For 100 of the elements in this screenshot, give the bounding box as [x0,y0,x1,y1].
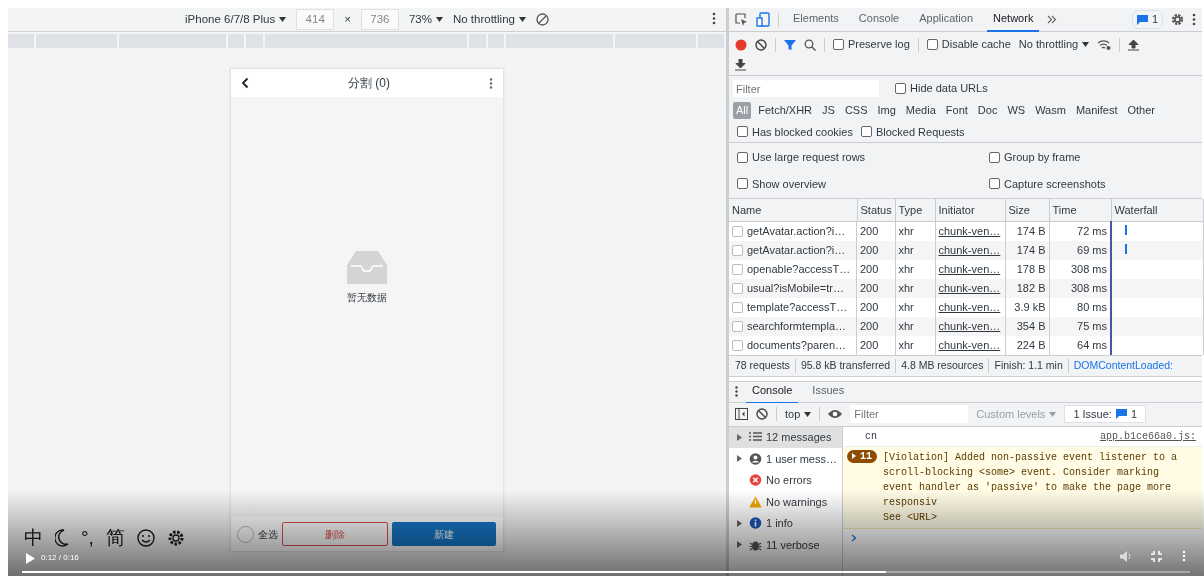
request-name[interactable]: getAvatar.action?i… [747,222,846,240]
settings-icon[interactable] [166,528,185,547]
console-sidebar-item[interactable]: No errors [729,469,842,491]
column-header[interactable]: Waterfall [1111,199,1203,221]
checkbox[interactable] [833,39,844,50]
checkbox[interactable] [860,126,872,138]
issues-counter[interactable]: 1 [1131,10,1163,29]
source-link[interactable]: app.b1ce66a0.js: [1100,428,1196,444]
device-dropdown[interactable]: iPhone 6/7/8 Plus [185,10,287,29]
eye-icon[interactable] [828,409,843,419]
column-header[interactable]: Status [857,199,895,221]
prompt-icon[interactable] [851,533,857,542]
initiator-link[interactable]: chunk-ven… [938,224,1001,237]
clear-icon[interactable] [756,408,768,420]
resource-type-filter[interactable]: CSS [841,102,871,119]
request-name[interactable]: openable?accessT… [747,260,851,278]
column-header[interactable]: Name [729,199,857,221]
repeat-count-badge[interactable]: 11 [847,449,877,463]
caret-icon[interactable] [518,17,526,22]
expand-arrow-icon[interactable] [737,519,742,527]
resource-type-filter[interactable]: Img [874,102,899,119]
settings-icon[interactable] [1171,13,1184,26]
throttling-dropdown[interactable]: No throttling [452,10,526,29]
expand-arrow-icon[interactable] [737,541,742,549]
blocked-filter-label[interactable]: Has blocked cookies [752,123,853,140]
resource-type-filter[interactable]: Font [942,102,971,119]
sidebar-toggle-icon[interactable] [735,408,748,420]
play-icon[interactable] [26,552,35,564]
zoom-dropdown[interactable]: 73% [408,10,443,29]
resource-type-filter[interactable]: WS [1004,102,1029,119]
filter-icon[interactable] [784,38,796,51]
resource-type-filter[interactable]: Media [902,102,939,119]
column-header[interactable]: Initiator [935,199,1005,221]
disable-cache-checkbox-label[interactable]: Disable cache [941,36,1011,53]
console-sidebar-item[interactable]: No warnings [729,491,842,513]
moon-icon[interactable] [55,528,69,547]
expand-arrow-icon[interactable] [737,433,742,441]
network-conditions-icon[interactable] [1097,39,1112,50]
smiley-icon[interactable] [136,528,155,547]
issues-button[interactable]: 1 Issue: 1 [1064,404,1147,424]
search-icon[interactable] [804,38,816,51]
inspect-icon[interactable] [735,13,748,26]
blocked-filter-label[interactable]: Blocked Requests [875,123,965,140]
caret-icon[interactable] [1082,42,1090,47]
clear-icon[interactable] [755,38,767,51]
option-label[interactable]: Capture screenshots [1004,175,1106,192]
create-button[interactable]: 新建 [392,522,496,546]
checkbox[interactable] [737,151,748,163]
record-icon[interactable] [735,38,747,51]
caret-icon[interactable] [279,17,287,22]
rotate-icon[interactable] [535,13,549,26]
column-header[interactable]: Time [1049,199,1111,221]
caret-icon[interactable] [435,17,443,22]
drawer-tab[interactable]: Issues [806,379,851,404]
checkbox[interactable] [989,178,1000,190]
checkbox[interactable] [989,151,1000,163]
more-tabs-icon[interactable] [1047,15,1058,24]
option-label[interactable]: Use large request rows [752,149,866,166]
resource-type-filter[interactable]: Wasm [1032,102,1069,119]
checkbox[interactable] [926,39,938,50]
option-label[interactable]: Show overview [752,175,826,192]
filter-field[interactable]: Filter [733,80,879,97]
height-field[interactable]: 736 [360,8,399,31]
upload-icon[interactable] [1128,38,1140,51]
select-all-label[interactable]: 全选 [258,526,278,542]
console-sidebar-item[interactable]: 12 messages [729,426,842,448]
exit-fullscreen-icon[interactable] [1151,550,1162,562]
resource-type-filter[interactable]: Doc [974,102,1001,119]
request-name[interactable]: template?accessT… [747,298,848,316]
resource-type-filter[interactable]: Other [1124,102,1158,119]
console-filter-field[interactable]: Filter [850,405,969,423]
context-dropdown[interactable]: top [785,405,812,423]
preserve-log-checkbox-label[interactable]: Preserve log [848,36,910,53]
resource-type-filter[interactable]: Fetch/XHR [755,102,816,119]
hide-data-urls-label[interactable]: Hide data URLs [910,80,988,97]
console-sidebar-item[interactable]: 11 verbose [729,534,842,556]
ime-key[interactable]: °, [81,523,94,552]
ime-mode-key[interactable]: 中 [24,523,43,552]
console-sidebar-item[interactable]: 1 info [729,512,842,534]
checkbox[interactable] [895,83,906,94]
checkbox[interactable] [737,178,748,190]
ime-key[interactable]: 简 [105,523,125,552]
more-icon[interactable] [1192,13,1196,26]
resource-type-filter[interactable]: JS [819,102,838,119]
throttling-dropdown[interactable]: No throttling [1018,36,1090,53]
initiator-link[interactable]: chunk-ven… [938,338,1001,351]
column-header[interactable]: Type [895,199,935,221]
request-name[interactable]: documents?paren… [747,336,847,354]
resource-type-filter[interactable]: Manifest [1072,102,1121,119]
panel-tab[interactable]: Console [852,7,906,32]
console-sidebar-item[interactable]: 1 user mess… [729,448,842,470]
download-icon[interactable] [735,58,746,71]
initiator-link[interactable]: chunk-ven… [938,300,1001,313]
panel-tab[interactable]: Elements [787,7,845,32]
option-label[interactable]: Group by frame [1004,149,1081,166]
summary-link[interactable]: DOMContentLoaded: [1073,357,1173,374]
column-header[interactable]: Size [1005,199,1049,221]
drawer-menu-icon[interactable] [735,386,738,397]
expand-arrow-icon[interactable] [737,455,742,463]
delete-button[interactable]: 删除 [282,522,388,546]
